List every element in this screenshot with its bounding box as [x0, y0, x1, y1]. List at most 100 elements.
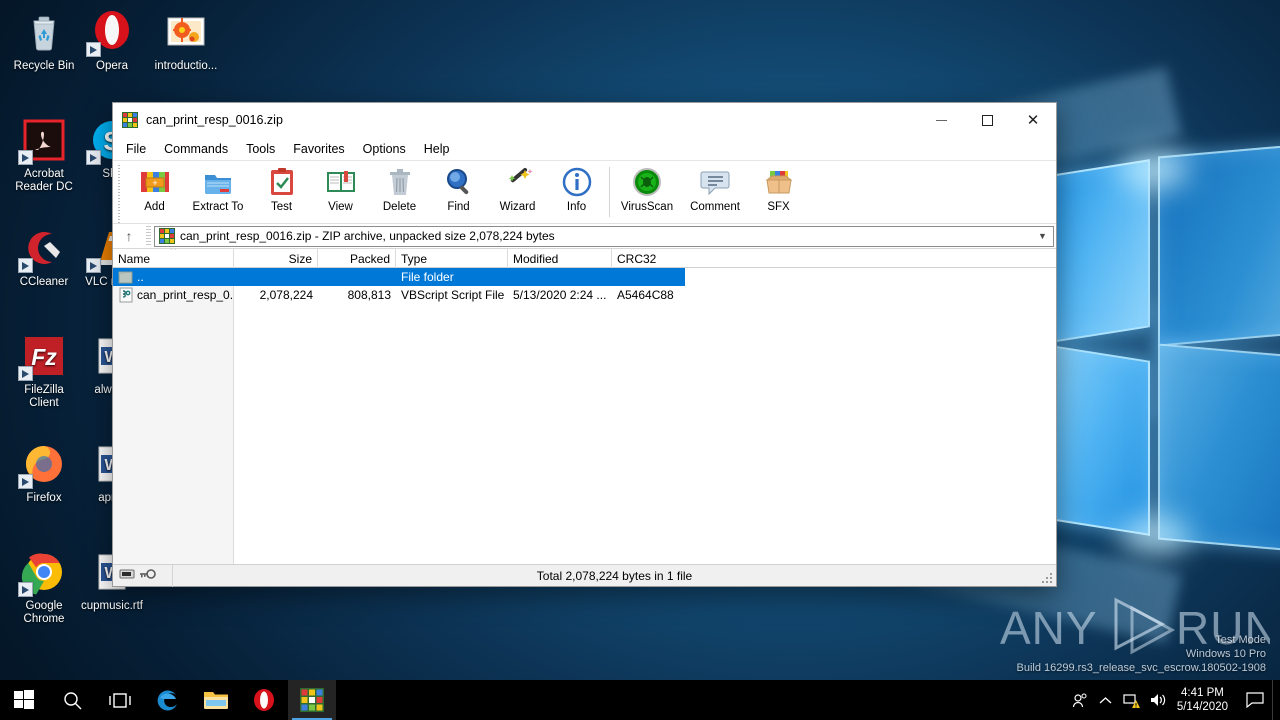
shortcut-overlay-icon [18, 582, 33, 597]
toolbar-button-extract-to[interactable]: Extract To [184, 163, 252, 221]
desktop-icon-recycle-bin[interactable]: Recycle Bin [8, 8, 80, 73]
desktop-icon-firefox[interactable]: Firefox [8, 440, 80, 505]
start-button[interactable] [0, 680, 48, 720]
maximize-button[interactable] [964, 103, 1010, 137]
resize-grip[interactable] [1042, 572, 1054, 584]
desktop[interactable]: Recycle Bin Opera introductio... Acrobat… [0, 0, 1280, 720]
table-row[interactable]: .. File folder [113, 268, 685, 286]
people-icon[interactable] [1067, 680, 1093, 720]
toolbar-button-delete[interactable]: Delete [370, 163, 429, 221]
toolbar-grip[interactable] [117, 165, 123, 223]
clock[interactable]: 4:41 PM 5/14/2020 [1171, 686, 1238, 714]
column-header-row[interactable]: Name ^ Size Packed Type Modified CRC32 [113, 249, 1056, 268]
image-file-icon [162, 8, 210, 56]
menu-item-tools[interactable]: Tools [237, 140, 284, 158]
window-title: can_print_resp_0016.zip [146, 113, 283, 127]
column-header-size[interactable]: Size [234, 249, 318, 268]
window-title-bar[interactable]: can_print_resp_0016.zip ✕ [113, 103, 1056, 138]
file-rows[interactable]: .. File folder can_print_resp_0... 2,078… [113, 268, 1056, 304]
toolbar-button-sfx[interactable]: SFX [749, 163, 808, 221]
menu-item-help[interactable]: Help [415, 140, 459, 158]
toolbar-label: SFX [767, 201, 790, 213]
show-desktop-button[interactable] [1272, 680, 1280, 720]
task-view-button[interactable] [96, 680, 144, 720]
column-header-name[interactable]: Name ^ [113, 249, 234, 268]
opera-taskbar-button[interactable] [240, 680, 288, 720]
toolbar-label: Extract To [192, 201, 244, 213]
cell-name: .. [113, 268, 234, 286]
wallpaper-glow [1120, 516, 1190, 556]
menu-item-favorites[interactable]: Favorites [284, 140, 353, 158]
winrar-taskbar-button[interactable] [288, 680, 336, 720]
column-header-crc32[interactable]: CRC32 [612, 249, 685, 268]
archive-path-combo[interactable]: can_print_resp_0016.zip - ZIP archive, u… [154, 225, 1054, 247]
show-hidden-icons-button[interactable] [1093, 680, 1119, 720]
file-explorer-taskbar-button[interactable] [192, 680, 240, 720]
sfx-icon [763, 166, 795, 198]
name-column-background [113, 268, 234, 564]
desktop-icon-introduction-image[interactable]: introductio... [150, 8, 222, 73]
shortcut-overlay-icon [18, 150, 33, 165]
system-tray[interactable]: 4:41 PM 5/14/2020 [1067, 680, 1280, 720]
toolbar-button-view[interactable]: View [311, 163, 370, 221]
cell-text: .. [137, 270, 144, 284]
extract-to-icon [202, 166, 234, 198]
up-one-level-button[interactable]: ↑ [115, 225, 143, 247]
file-list[interactable]: Name ^ Size Packed Type Modified CRC32 .… [113, 248, 1056, 564]
desktop-icon-opera[interactable]: Opera [76, 8, 148, 73]
menu-item-options[interactable]: Options [354, 140, 415, 158]
toolbar-label: View [328, 201, 353, 213]
column-header-packed[interactable]: Packed [318, 249, 396, 268]
chevron-down-icon[interactable]: ▼ [1034, 227, 1051, 246]
desktop-icon-google-chrome[interactable]: Google Chrome [8, 548, 80, 626]
status-bar[interactable]: Total 2,078,224 bytes in 1 file [113, 564, 1056, 587]
taskbar[interactable]: 4:41 PM 5/14/2020 [0, 680, 1280, 720]
desktop-icon-acrobat-reader-dc[interactable]: Acrobat Reader DC [8, 116, 80, 194]
winrar-window[interactable]: can_print_resp_0016.zip ✕ File Commands … [112, 102, 1057, 587]
close-button[interactable]: ✕ [1010, 103, 1056, 137]
table-row[interactable]: can_print_resp_0... 2,078,224 808,813 VB… [113, 286, 1056, 304]
toolbar-button-add[interactable]: + Add [125, 163, 184, 221]
edge-taskbar-button[interactable] [144, 680, 192, 720]
toolbar[interactable]: + Add Extract To Test View Delete Find W… [113, 160, 1056, 223]
toolbar-button-virusscan[interactable]: VirusScan [613, 163, 681, 221]
key-icon[interactable] [139, 567, 156, 585]
address-bar-grip[interactable] [146, 226, 151, 246]
volume-icon[interactable] [1145, 680, 1171, 720]
menu-item-commands[interactable]: Commands [155, 140, 237, 158]
toolbar-label: Comment [690, 201, 740, 213]
menu-item-file[interactable]: File [117, 140, 155, 158]
desktop-icon-label: Acrobat Reader DC [15, 168, 73, 193]
status-icons[interactable] [113, 564, 173, 587]
cell-name: can_print_resp_0... [113, 286, 234, 304]
acrobat-reader-icon [18, 116, 68, 165]
toolbar-button-find[interactable]: Find [429, 163, 488, 221]
find-icon [443, 166, 475, 198]
view-icon [325, 166, 357, 198]
add-icon: + [139, 166, 171, 198]
minimize-button[interactable] [918, 103, 964, 137]
address-bar[interactable]: ↑ can_print_resp_0016.zip - ZIP archive,… [113, 223, 1056, 248]
action-center-button[interactable] [1238, 680, 1272, 720]
network-warning-icon[interactable] [1119, 680, 1145, 720]
column-label: Packed [349, 251, 390, 266]
cell-crc32: A5464C88 [617, 288, 674, 302]
column-header-type[interactable]: Type [396, 249, 508, 268]
test-icon [266, 166, 298, 198]
firefox-icon [18, 440, 68, 489]
toolbar-button-info[interactable]: Info [547, 163, 606, 221]
toolbar-button-test[interactable]: Test [252, 163, 311, 221]
desktop-icon-label: Recycle Bin [13, 60, 75, 72]
toolbar-button-wizard[interactable]: Wizard [488, 163, 547, 221]
drive-icon[interactable] [119, 567, 135, 585]
search-button[interactable] [48, 680, 96, 720]
column-header-modified[interactable]: Modified [508, 249, 612, 268]
desktop-icon-ccleaner[interactable]: CCleaner [8, 224, 80, 289]
toolbar-label: Test [270, 201, 293, 213]
toolbar-button-comment[interactable]: Comment [681, 163, 749, 221]
desktop-icon-filezilla-client[interactable]: Fz FileZilla Client [8, 332, 80, 410]
comment-icon [699, 166, 731, 198]
toolbar-label: Delete [382, 201, 417, 213]
desktop-icon-label: FileZilla Client [24, 384, 64, 409]
menu-bar[interactable]: File Commands Tools Favorites Options He… [113, 138, 1056, 160]
